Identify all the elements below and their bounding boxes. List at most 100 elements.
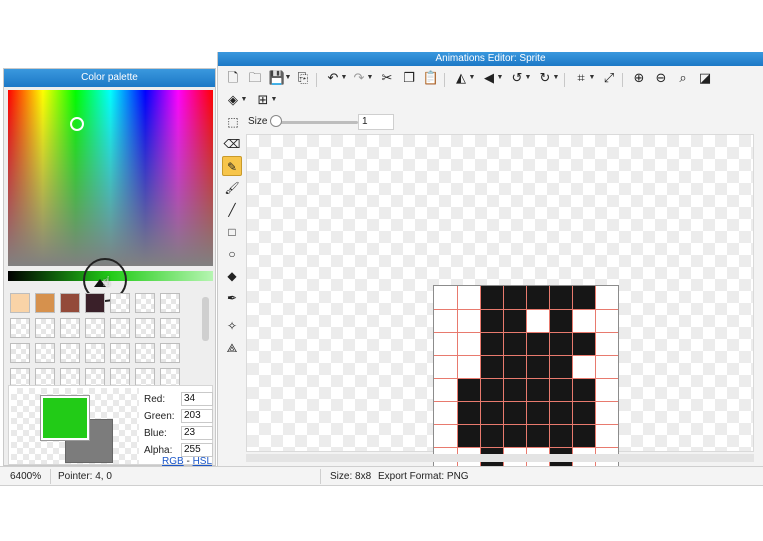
- copy-icon[interactable]: ❐: [400, 69, 418, 87]
- sprite-pixel[interactable]: [526, 401, 549, 424]
- drawing-canvas[interactable]: [246, 134, 754, 471]
- sprite-pixel[interactable]: [503, 332, 526, 355]
- palette-swatch[interactable]: [85, 318, 105, 338]
- blue-input[interactable]: 23: [181, 426, 213, 440]
- sprite-pixel[interactable]: [526, 378, 549, 401]
- pencil-icon[interactable]: ✎: [222, 156, 242, 176]
- sprite-pixel[interactable]: [526, 332, 549, 355]
- selection-icon[interactable]: ⬚: [224, 113, 242, 131]
- palette-swatch[interactable]: [110, 343, 130, 363]
- sprite-pixel[interactable]: [480, 332, 503, 355]
- invert-icon[interactable]: ◪: [696, 69, 714, 87]
- fill-bucket-icon[interactable]: ◆: [222, 266, 242, 286]
- canvas-horizontal-scrollbar[interactable]: [246, 454, 754, 462]
- rotate-right-dropdown-icon[interactable]: ▼: [552, 69, 560, 87]
- sprite-pixel[interactable]: [572, 378, 595, 401]
- palette-swatch[interactable]: [60, 293, 80, 313]
- sprite-pixel[interactable]: [480, 355, 503, 378]
- brush-icon[interactable]: 🖌: [222, 178, 242, 198]
- flip-horizontal-dropdown-icon[interactable]: ▼: [468, 69, 476, 87]
- palette-swatch[interactable]: [35, 293, 55, 313]
- size-slider-thumb[interactable]: [270, 115, 282, 127]
- transform-icon[interactable]: ⟁: [222, 338, 242, 358]
- line-icon[interactable]: ╱: [222, 200, 242, 220]
- paste-icon[interactable]: 📋: [422, 69, 440, 87]
- palette-swatch[interactable]: [10, 343, 30, 363]
- palette-swatch[interactable]: [60, 343, 80, 363]
- new-file-icon[interactable]: 🗋: [224, 69, 242, 87]
- sprite-pixel[interactable]: [549, 286, 572, 309]
- size-slider-track[interactable]: [272, 121, 358, 124]
- zoom-in-icon[interactable]: ⊕: [630, 69, 648, 87]
- cut-icon[interactable]: ✂: [378, 69, 396, 87]
- color-spectrum[interactable]: [8, 90, 213, 266]
- rotate-left-dropdown-icon[interactable]: ▼: [524, 69, 532, 87]
- palette-swatch[interactable]: [135, 343, 155, 363]
- sprite-pixel[interactable]: [503, 309, 526, 332]
- resize-icon[interactable]: ⤢: [600, 69, 618, 87]
- spectrum-picker-circle[interactable]: [70, 117, 84, 131]
- palette-swatch[interactable]: [85, 293, 105, 313]
- eraser-icon[interactable]: ⌫: [222, 134, 242, 154]
- ellipse-icon[interactable]: ○: [222, 244, 242, 264]
- palette-swatch[interactable]: [85, 343, 105, 363]
- eyedropper-icon[interactable]: ✒: [222, 288, 242, 308]
- palette-swatch[interactable]: [10, 293, 30, 313]
- sprite-pixel[interactable]: [457, 401, 480, 424]
- palette-swatch[interactable]: [110, 293, 130, 313]
- sprite-pixel[interactable]: [549, 378, 572, 401]
- grid-dropdown-icon[interactable]: ▼: [270, 91, 278, 109]
- palette-swatch[interactable]: [135, 293, 155, 313]
- flip-vertical-dropdown-icon[interactable]: ▼: [496, 69, 504, 87]
- move-icon[interactable]: ✧: [222, 316, 242, 336]
- palette-swatch[interactable]: [60, 318, 80, 338]
- sprite-pixel[interactable]: [526, 355, 549, 378]
- sprite-pixel[interactable]: [503, 355, 526, 378]
- palette-swatch[interactable]: [135, 318, 155, 338]
- sprite-pixel[interactable]: [503, 286, 526, 309]
- palette-swatch[interactable]: [35, 343, 55, 363]
- green-input[interactable]: 203: [181, 409, 213, 423]
- sprite-pixel-grid[interactable]: [433, 285, 619, 471]
- zoom-out-icon[interactable]: ⊖: [652, 69, 670, 87]
- sprite-pixel[interactable]: [480, 286, 503, 309]
- sprite-pixel[interactable]: [549, 355, 572, 378]
- palette-swatch[interactable]: [110, 318, 130, 338]
- import-icon[interactable]: ⎘: [294, 69, 312, 87]
- red-input[interactable]: 34: [181, 392, 213, 406]
- sprite-pixel[interactable]: [549, 332, 572, 355]
- sprite-pixel[interactable]: [549, 309, 572, 332]
- palette-swatch[interactable]: [160, 343, 180, 363]
- alpha-input[interactable]: 255: [181, 443, 213, 457]
- sprite-pixel[interactable]: [480, 424, 503, 447]
- sprite-pixel[interactable]: [457, 378, 480, 401]
- redo-dropdown-icon[interactable]: ▼: [366, 69, 374, 87]
- sprite-pixel[interactable]: [572, 401, 595, 424]
- sprite-pixel[interactable]: [457, 424, 480, 447]
- sprite-pixel[interactable]: [549, 424, 572, 447]
- swatch-scrollbar[interactable]: [202, 297, 209, 341]
- sprite-pixel[interactable]: [572, 286, 595, 309]
- undo-dropdown-icon[interactable]: ▼: [340, 69, 348, 87]
- palette-swatch[interactable]: [35, 318, 55, 338]
- size-input[interactable]: 1: [358, 114, 394, 130]
- primary-color-swatch[interactable]: [41, 396, 89, 440]
- save-dropdown-icon[interactable]: ▼: [284, 69, 292, 87]
- zoom-fit-icon[interactable]: ⌕: [674, 69, 692, 87]
- rectangle-icon[interactable]: □: [222, 222, 242, 242]
- palette-swatch[interactable]: [10, 318, 30, 338]
- sprite-pixel[interactable]: [480, 401, 503, 424]
- sprite-pixel[interactable]: [503, 401, 526, 424]
- palette-swatch[interactable]: [160, 293, 180, 313]
- sprite-pixel[interactable]: [526, 286, 549, 309]
- palette-swatch[interactable]: [160, 318, 180, 338]
- sprite-pixel[interactable]: [480, 378, 503, 401]
- crop-dropdown-icon[interactable]: ▼: [588, 69, 596, 87]
- sprite-pixel[interactable]: [572, 424, 595, 447]
- sprite-pixel[interactable]: [503, 378, 526, 401]
- sprite-pixel[interactable]: [480, 309, 503, 332]
- open-folder-icon[interactable]: 🗀: [246, 69, 264, 87]
- sprite-pixel[interactable]: [503, 424, 526, 447]
- layers-dropdown-icon[interactable]: ▼: [240, 91, 248, 109]
- sprite-pixel[interactable]: [549, 401, 572, 424]
